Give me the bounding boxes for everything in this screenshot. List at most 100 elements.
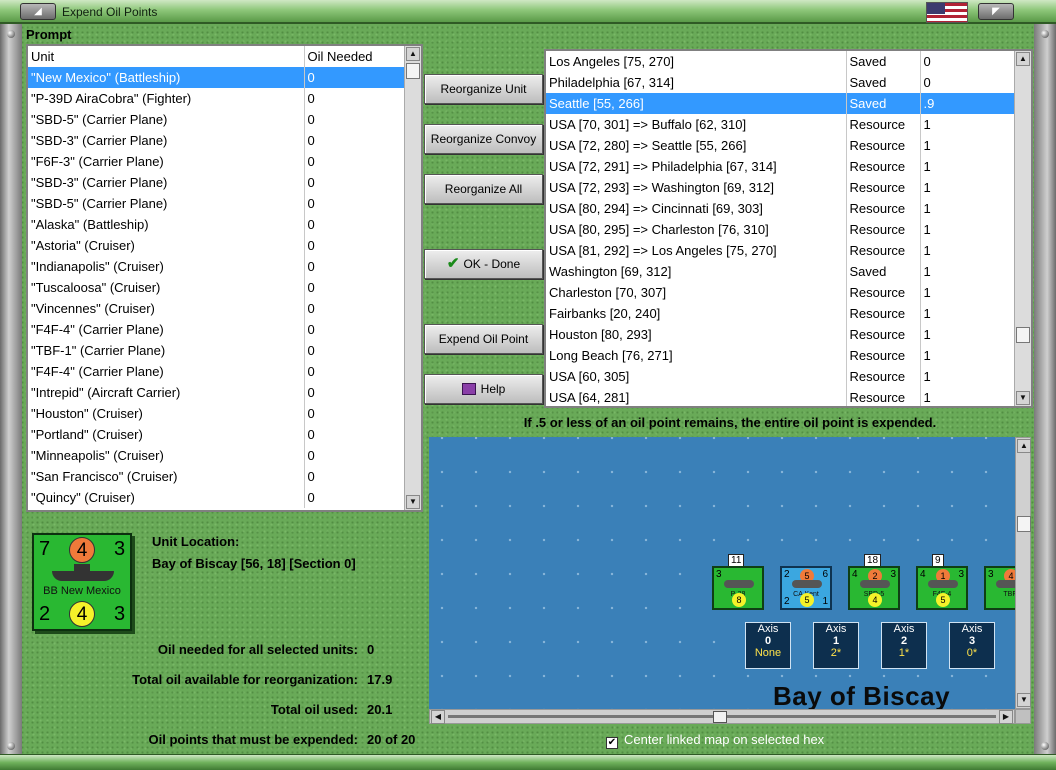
oil-needed-cell: 0	[307, 343, 315, 358]
scroll-down-icon[interactable]: ▼	[406, 495, 420, 509]
counter-stat-br: 3	[114, 603, 126, 625]
axis-section-box[interactable]: Axis 3 0*	[949, 622, 995, 669]
unit-row[interactable]: "F4F-4" (Carrier Plane) 0	[28, 319, 404, 340]
unit-row[interactable]: "Intrepid" (Aircraft Carrier) 0	[28, 382, 404, 403]
oil-location-cell: USA [72, 293] => Washington [69, 312]	[546, 177, 847, 198]
oil-source-row[interactable]: Charleston [70, 307] Resource 1	[546, 282, 1016, 303]
expend-oil-point-button[interactable]: Expend Oil Point	[424, 324, 543, 354]
axis-section-box[interactable]: Axis 0 None	[745, 622, 791, 669]
oil-source-row[interactable]: USA [72, 280] => Seattle [55, 266] Resour…	[546, 135, 1016, 156]
map-unit-counter[interactable]: 256CA Kent251	[780, 566, 832, 610]
map-unit-counter[interactable]: 3P-388	[712, 566, 764, 610]
unit-row[interactable]: "Alaska" (Battleship) 0	[28, 214, 404, 235]
axis-box-title: Axis	[893, 623, 915, 635]
reorganize-all-button[interactable]: Reorganize All	[424, 174, 543, 204]
scroll-left-icon[interactable]: ◀	[431, 710, 445, 724]
scroll-down-icon[interactable]: ▼	[1016, 391, 1030, 405]
oil-source-row[interactable]: USA [80, 295] => Charleston [76, 310] Res…	[546, 219, 1016, 240]
scroll-thumb[interactable]	[713, 711, 727, 723]
unit-row[interactable]: "Houston" (Cruiser) 0	[28, 403, 404, 424]
unit-list-scrollbar[interactable]: ▲ ▼	[404, 46, 421, 510]
scroll-thumb[interactable]	[1016, 327, 1030, 343]
unit-name-cell: "Vincennes" (Cruiser)	[28, 298, 305, 319]
reorganize-convoy-button[interactable]: Reorganize Convoy	[424, 124, 543, 154]
oil-source-row[interactable]: Houston [80, 293] Resource 1	[546, 324, 1016, 345]
col-header-unit[interactable]: Unit	[28, 46, 305, 67]
unit-row[interactable]: "San Francisco" (Cruiser) 0	[28, 466, 404, 487]
map-unit-counter[interactable]: 3 4 TBF	[984, 566, 1015, 610]
center-map-checkbox[interactable]: ✔ Center linked map on selected hex	[606, 732, 824, 749]
oil-type-cell: Saved	[846, 261, 921, 282]
system-menu-button[interactable]: ◢	[20, 3, 56, 20]
unit-row[interactable]: "F6F-3" (Carrier Plane) 0	[28, 151, 404, 172]
col-header-oil-needed[interactable]: Oil Needed	[304, 46, 404, 67]
map-vertical-scrollbar[interactable]: ▲ ▼	[1015, 437, 1031, 709]
oil-type-cell: Saved	[846, 93, 921, 114]
unit-row[interactable]: "Tuscaloosa" (Cruiser) 0	[28, 277, 404, 298]
unit-row[interactable]: "Vincennes" (Cruiser) 0	[28, 298, 404, 319]
oil-source-row[interactable]: Philadelphia [67, 314] Saved 0	[546, 72, 1016, 93]
rivet-icon	[7, 30, 15, 38]
unit-row[interactable]: "Portland" (Cruiser) 0	[28, 424, 404, 445]
oil-amount-cell: 1	[923, 222, 931, 237]
checkbox-check-icon[interactable]: ✔	[606, 737, 618, 749]
bottom-frame	[0, 754, 1056, 770]
oil-source-row[interactable]: USA [70, 301] => Buffalo [62, 310] Resour…	[546, 114, 1016, 135]
unit-row[interactable]: "SBD-5" (Carrier Plane) 0	[28, 109, 404, 130]
unit-name-cell: "Minneapolis" (Cruiser)	[28, 445, 305, 466]
oil-source-row[interactable]: USA [60, 305] Resource 1	[546, 366, 1016, 387]
scroll-down-icon[interactable]: ▼	[1017, 693, 1031, 707]
scroll-up-icon[interactable]: ▲	[1016, 52, 1030, 66]
ok-done-button[interactable]: ✔ OK - Done	[424, 249, 543, 279]
scroll-up-icon[interactable]: ▲	[1017, 439, 1031, 453]
reorganize-unit-button[interactable]: Reorganize Unit	[424, 74, 543, 104]
unit-row[interactable]: "P-39D AiraCobra" (Fighter) 0	[28, 88, 404, 109]
unit-row[interactable]: "SBD-3" (Carrier Plane) 0	[28, 130, 404, 151]
oil-needed-cell: 0	[307, 469, 315, 484]
map-unit-counter[interactable]: 423SBD-54	[848, 566, 900, 610]
oil-location-cell: USA [80, 294] => Cincinnati [69, 303]	[546, 198, 847, 219]
map-horizontal-scrollbar[interactable]: ◀ ▶	[429, 709, 1015, 724]
unit-list[interactable]: Unit Oil Needed "New Mexico" (Battleship…	[26, 44, 423, 512]
oil-source-row[interactable]: USA [72, 293] => Washington [69, 312] Res…	[546, 177, 1016, 198]
counter-top-left: 4	[852, 569, 858, 580]
unit-row[interactable]: "Indianapolis" (Cruiser) 0	[28, 256, 404, 277]
oil-needed-cell: 0	[307, 280, 315, 295]
unit-row[interactable]: "SBD-3" (Carrier Plane) 0	[28, 172, 404, 193]
oil-type-cell: Resource	[846, 366, 921, 387]
oil-location-cell: Houston [80, 293]	[546, 324, 847, 345]
map-unit-counter[interactable]: 413F4F-45	[916, 566, 968, 610]
oil-source-row[interactable]: USA [64, 281] Resource 1	[546, 387, 1016, 406]
oil-source-row[interactable]: Seattle [55, 266] Saved .9	[546, 93, 1016, 114]
axis-section-box[interactable]: Axis 2 1*	[881, 622, 927, 669]
unit-row[interactable]: "Minneapolis" (Cruiser) 0	[28, 445, 404, 466]
unit-row[interactable]: "Astoria" (Cruiser) 0	[28, 235, 404, 256]
scroll-thumb[interactable]	[1017, 516, 1031, 532]
oil-type-cell: Resource	[846, 177, 921, 198]
unit-row[interactable]: "SBD-5" (Carrier Plane) 0	[28, 193, 404, 214]
help-button[interactable]: Help	[424, 374, 543, 404]
oil-source-row[interactable]: USA [81, 292] => Los Angeles [75, 270] Re…	[546, 240, 1016, 261]
scroll-up-icon[interactable]: ▲	[406, 47, 420, 61]
oil-amount-cell: 1	[923, 138, 931, 153]
linked-map[interactable]: 113P-388256CA Kent25118423SBD-549413F4F-…	[429, 437, 1015, 709]
unit-row[interactable]: "New Mexico" (Battleship) 0	[28, 67, 404, 88]
axis-box-number: 2	[900, 635, 908, 647]
oil-source-row[interactable]: USA [80, 294] => Cincinnati [69, 303] Res…	[546, 198, 1016, 219]
unit-row[interactable]: "TBF-1" (Carrier Plane) 0	[28, 340, 404, 361]
unit-row[interactable]: "Quincy" (Cruiser) 0	[28, 487, 404, 508]
oil-source-row[interactable]: Los Angeles [75, 270] Saved 0	[546, 51, 1016, 72]
unit-row[interactable]: "F4F-4" (Carrier Plane) 0	[28, 361, 404, 382]
oil-source-row[interactable]: USA [72, 291] => Philadelphia [67, 314] R…	[546, 156, 1016, 177]
oil-list-scrollbar[interactable]: ▲ ▼	[1014, 51, 1031, 406]
oil-source-row[interactable]: Long Beach [76, 271] Resource 1	[546, 345, 1016, 366]
oil-source-row[interactable]: Fairbanks [20, 240] Resource 1	[546, 303, 1016, 324]
axis-section-box[interactable]: Axis 1 2*	[813, 622, 859, 669]
oil-source-list[interactable]: Los Angeles [75, 270] Saved 0 Philadelphia …	[544, 49, 1033, 408]
scroll-right-icon[interactable]: ▶	[999, 710, 1013, 724]
minimize-button[interactable]: ◤	[978, 3, 1014, 20]
scroll-thumb[interactable]	[406, 63, 420, 79]
unit-location-value: Bay of Biscay [56, 18] [Section 0]	[152, 556, 356, 571]
oil-source-row[interactable]: Washington [69, 312] Saved 1	[546, 261, 1016, 282]
oil-needed-cell: 0	[307, 238, 315, 253]
